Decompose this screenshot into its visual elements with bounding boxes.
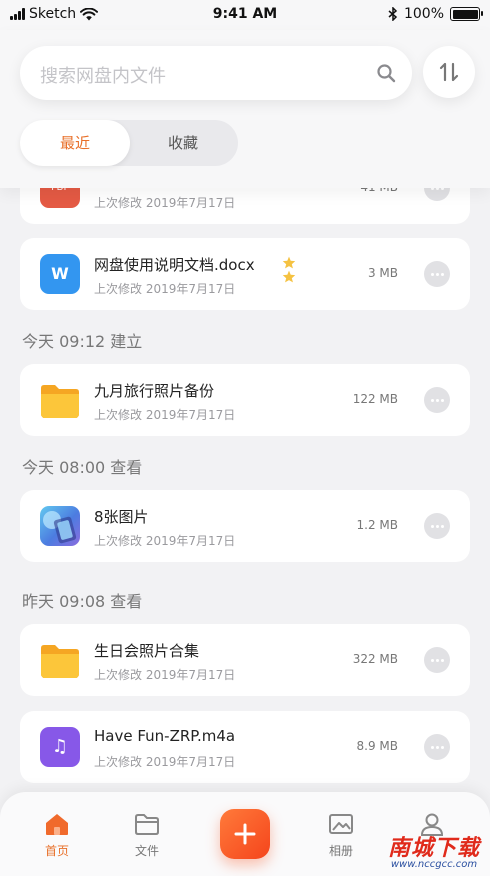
status-right: 100% [388,6,483,22]
file-name: Have Fun-ZRP.m4a [94,727,236,745]
sort-button[interactable] [423,46,475,98]
star-icon [282,270,296,283]
nav-home[interactable]: 首页 [32,812,82,859]
file-modified: 上次修改 2019年7月17日 [94,196,236,210]
file-modified: 上次修改 2019年7月17日 [94,534,236,548]
home-icon [46,814,68,835]
tab-recent[interactable]: 最近 [20,120,130,166]
user-icon [420,813,444,836]
folder-icon [41,645,79,678]
battery-icon [450,7,483,21]
bluetooth-icon [388,7,398,21]
more-icon[interactable] [424,387,450,413]
file-name: 生日会照片合集 [94,642,200,660]
search-input[interactable]: 搜索网盘内文件 [40,62,166,88]
search-bar[interactable]: 搜索网盘内文件 [20,46,412,100]
sort-icon [439,62,459,82]
file-card[interactable]: 生日会照片合集 上次修改 2019年7月17日 322 MB [20,624,470,696]
file-modified: 上次修改 2019年7月17日 [94,755,236,769]
star-icon [282,256,296,269]
more-icon[interactable] [424,261,450,287]
nav-files[interactable]: 文件 [122,812,172,859]
file-size: 322 MB [352,652,398,666]
file-name: 九月旅行照片备份 [94,382,215,400]
more-icon[interactable] [424,734,450,760]
photo-icon [40,506,80,546]
folder-icon [41,385,79,418]
file-size: 8.9 MB [356,739,398,753]
section-header: 昨天 09:08 查看 [22,592,143,611]
folder-icon [135,814,159,835]
file-modified: 上次修改 2019年7月17日 [94,282,236,296]
watermark-url: www.nccgcc.com [390,859,478,870]
more-icon[interactable] [424,647,450,673]
file-modified: 上次修改 2019年7月17日 [94,408,236,422]
section-header: 今天 08:00 查看 [22,458,143,477]
file-size: 122 MB [352,392,398,406]
header: 搜索网盘内文件 收藏 最近 [0,30,490,188]
status-bar: Sketch 9:41 AM 100% [0,0,490,30]
image-icon [329,814,353,834]
section-header: 今天 09:12 建立 [22,332,143,351]
more-icon[interactable] [424,513,450,539]
segmented-tabs: 收藏 最近 [20,120,238,166]
battery-percent: 100% [403,6,444,22]
search-icon[interactable] [376,63,396,83]
file-size: 3 MB [367,266,398,280]
word-icon: W [40,254,80,294]
plus-icon [234,823,256,845]
file-name: 8张图片 [94,508,149,526]
nav-home-label: 首页 [44,844,69,858]
starred-badge [282,256,296,283]
tab-favorites[interactable]: 收藏 [128,120,238,166]
file-modified: 上次修改 2019年7月17日 [94,668,236,682]
file-card[interactable]: ♫ Have Fun-ZRP.m4a 上次修改 2019年7月17日 8.9 M… [20,711,470,783]
file-card[interactable]: W 网盘使用说明文档.docx 上次修改 2019年7月17日 3 MB [20,238,470,310]
watermark-logo: 南城下载 www.nccgcc.com [388,838,480,870]
file-card[interactable]: 8张图片 上次修改 2019年7月17日 1.2 MB [20,490,470,562]
music-icon: ♫ [40,727,80,767]
add-button[interactable] [220,809,270,859]
nav-albums[interactable]: 相册 [316,812,366,859]
watermark-main: 南城下载 [387,836,480,861]
nav-albums-label: 相册 [328,844,353,858]
file-size: 1.2 MB [356,518,398,532]
file-name: 网盘使用说明文档.docx [94,256,255,274]
file-card[interactable]: 九月旅行照片备份 上次修改 2019年7月17日 122 MB [20,364,470,436]
nav-files-label: 文件 [134,844,159,858]
